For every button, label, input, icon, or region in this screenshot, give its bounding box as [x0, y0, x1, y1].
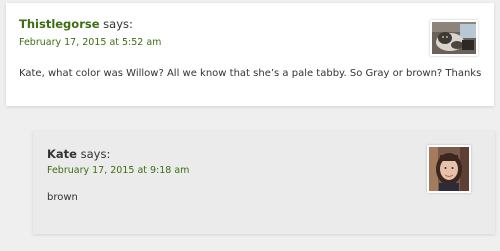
person-photo-avatar-icon [427, 145, 471, 193]
comment-thistlegorse: Thistlegorse says: February 17, 2015 at … [6, 3, 494, 106]
comment-says-label: says: [80, 147, 111, 161]
comment-says-label: says: [103, 17, 133, 31]
comment-kate: Kate says: February 17, 2015 at 9:18 am … [33, 131, 495, 234]
comment-date-link[interactable]: February 17, 2015 at 5:52 am [19, 37, 161, 48]
comment-author-link[interactable]: Thistlegorse [19, 17, 100, 31]
comment-date-link[interactable]: February 17, 2015 at 9:18 am [47, 165, 189, 176]
comment-author-line: Kate says: [47, 147, 110, 161]
comment-body: brown [47, 192, 78, 203]
cat-photo-avatar-icon [430, 20, 478, 56]
comment-body: Kate, what color was Willow? All we know… [19, 68, 482, 79]
comment-author-line: Thistlegorse says: [19, 17, 133, 31]
comment-author-name: Kate [47, 147, 77, 161]
